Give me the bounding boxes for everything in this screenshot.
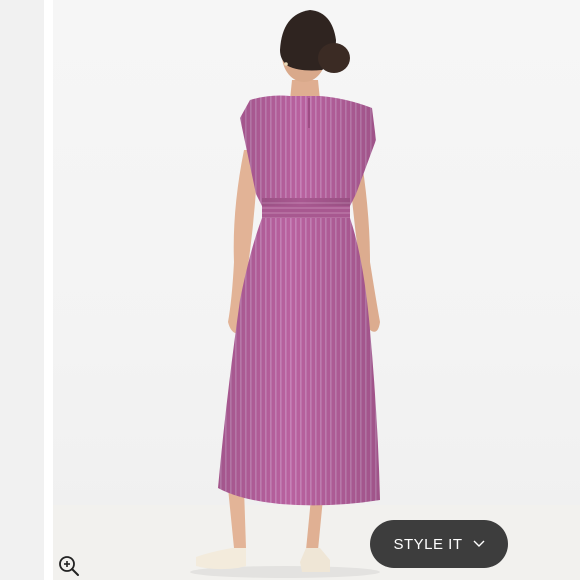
chevron-down-icon [473, 540, 485, 548]
style-it-label: STYLE IT [393, 535, 463, 553]
product-image-viewer: STYLE IT [0, 0, 580, 580]
product-image[interactable] [53, 0, 580, 580]
previous-image-slide[interactable] [0, 0, 44, 580]
dress-model-photo [190, 10, 380, 578]
zoom-in-icon [59, 556, 79, 576]
style-it-button[interactable]: STYLE IT [370, 520, 508, 568]
zoom-button[interactable] [56, 553, 82, 579]
